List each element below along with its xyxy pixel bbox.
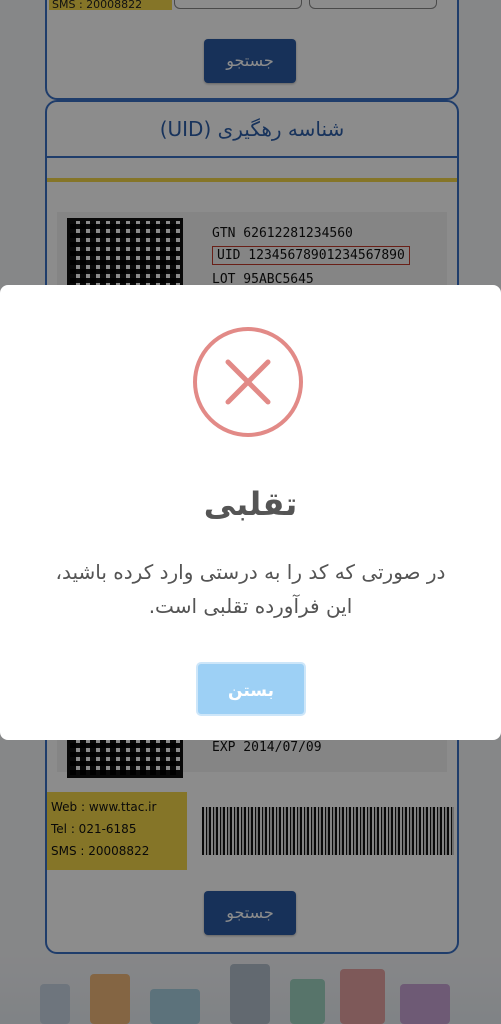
page: SMS : 20008822 جستجو شناسه رهگیری (UID) …	[0, 0, 501, 1024]
error-x-icon	[193, 327, 303, 437]
dialog-message: در صورتی که کد را به درستی وارد کرده باش…	[55, 560, 446, 618]
close-button[interactable]: بستن	[196, 662, 306, 716]
dialog-title: تقلبی	[203, 485, 298, 523]
alert-dialog: تقلبی در صورتی که کد را به درستی وارد کر…	[0, 285, 501, 740]
